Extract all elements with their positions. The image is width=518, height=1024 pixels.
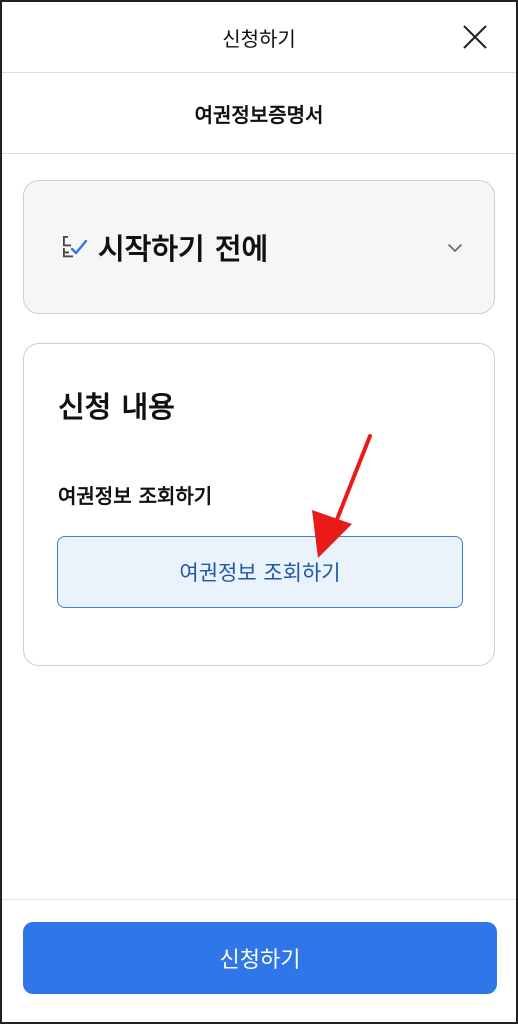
document-title: 여권정보증명서 [194, 102, 324, 127]
app-frame: 신청하기 여권정보증명서 시작하기 전에 신청 내용 여권정보 조회하기 여권정… [0, 0, 518, 1024]
chevron-down-icon [448, 244, 462, 252]
checklist-icon [63, 236, 88, 258]
application-section-title: 신청 내용 [58, 390, 175, 424]
submit-application-button[interactable]: 신청하기 [23, 922, 497, 994]
close-icon [463, 25, 487, 49]
close-button[interactable] [462, 24, 488, 50]
before-start-accordion[interactable]: 시작하기 전에 [23, 180, 495, 314]
document-title-bar: 여권정보증명서 [2, 73, 516, 154]
footer-divider [2, 899, 516, 900]
page-title: 신청하기 [222, 26, 296, 51]
passport-lookup-label: 여권정보 조회하기 [58, 484, 213, 508]
top-bar: 신청하기 [2, 2, 516, 73]
before-start-title: 시작하기 전에 [98, 232, 269, 266]
application-content-card: 신청 내용 여권정보 조회하기 여권정보 조회하기 [23, 343, 495, 666]
passport-lookup-button[interactable]: 여권정보 조회하기 [57, 536, 463, 608]
